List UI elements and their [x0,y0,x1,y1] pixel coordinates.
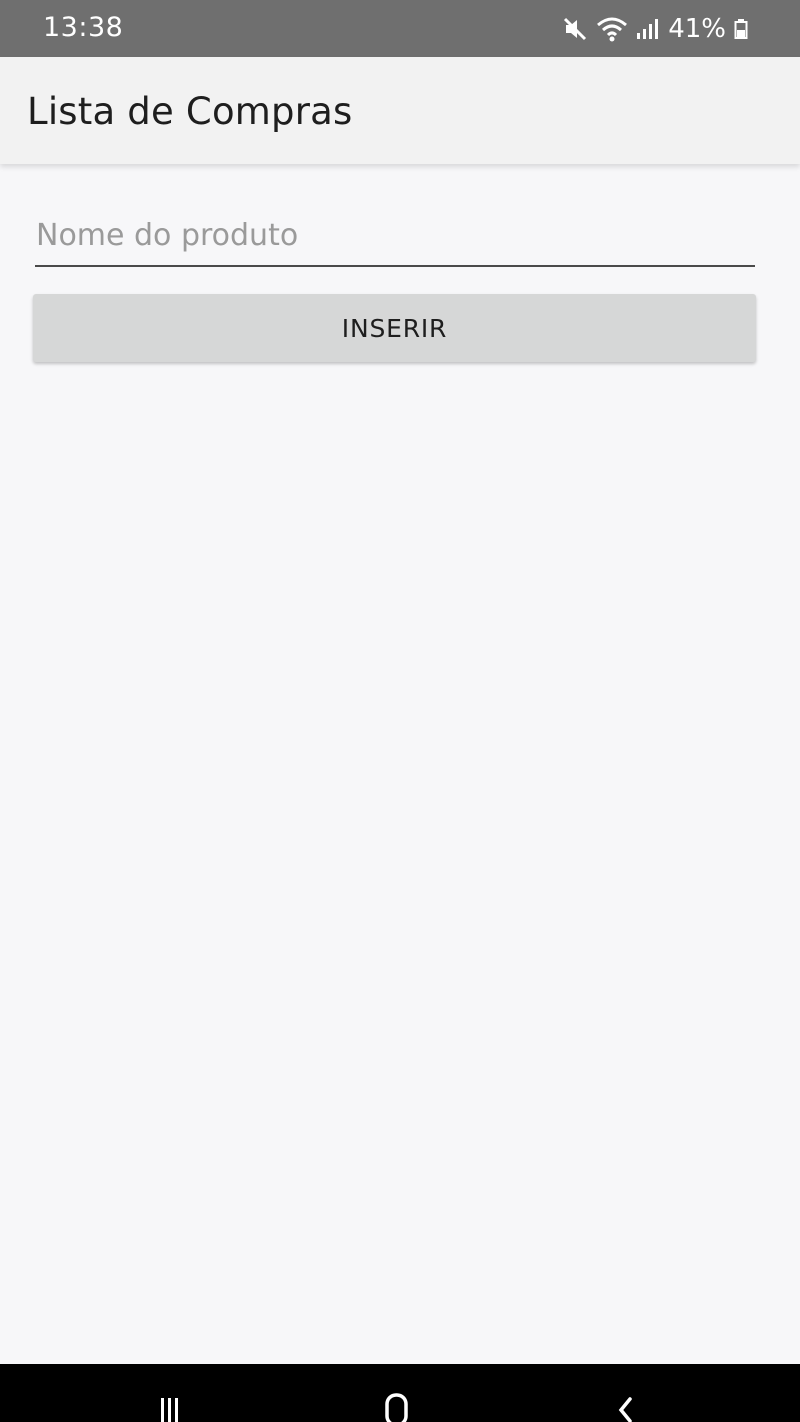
status-bar: 13:38 41% [0,0,800,57]
status-icons: 41% [562,12,748,46]
app-title: Lista de Compras [27,90,353,133]
navigation-bar [0,1364,800,1422]
mute-icon [562,16,588,42]
home-icon [385,1393,408,1422]
back-icon [618,1397,632,1422]
recents-icon [161,1398,178,1422]
wifi-icon [596,16,628,42]
app-screen: 13:38 41% Lista de Compras Nome do produ… [0,0,800,1422]
battery-icon [734,18,748,40]
battery-percentage: 41% [668,14,726,44]
home-button[interactable] [366,1390,426,1422]
recents-button[interactable] [139,1390,199,1422]
signal-icon [636,17,660,41]
status-time: 13:38 [43,12,124,43]
back-button[interactable] [593,1390,653,1422]
insert-button[interactable]: INSERIR [33,294,756,362]
app-bar: Lista de Compras [0,57,800,164]
product-name-input[interactable] [35,213,755,267]
